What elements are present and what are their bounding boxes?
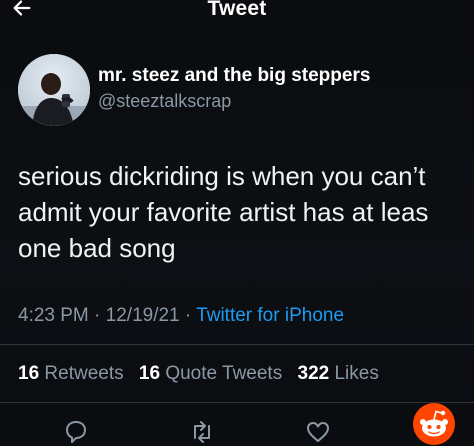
divider bbox=[0, 344, 474, 345]
tweet-detail-page: Tweet mr. steez and the big steppers @st… bbox=[0, 0, 474, 445]
tweet-meta: 4:23 PM · 12/19/21 · Twitter for iPhone bbox=[18, 305, 344, 327]
meta-separator: · bbox=[184, 305, 192, 326]
quote-tweets-label: Quote Tweets bbox=[165, 363, 283, 384]
tweet-time: 4:23 PM bbox=[18, 305, 89, 326]
retweets-count: 16 bbox=[18, 363, 40, 384]
meta-separator: · bbox=[94, 305, 101, 326]
heart-icon bbox=[304, 418, 332, 446]
display-name[interactable]: mr. steez and the big steppers bbox=[98, 65, 370, 87]
quote-tweets-count: 16 bbox=[138, 363, 161, 384]
retweets-label: Retweets bbox=[44, 363, 124, 384]
tweet-source-link[interactable]: Twitter for iPhone bbox=[196, 305, 344, 326]
like-button[interactable] bbox=[304, 418, 332, 442]
avatar[interactable] bbox=[18, 54, 90, 126]
quote-tweets-stat[interactable]: 16 Quote Tweets bbox=[139, 363, 282, 384]
tweet-text: serious dickriding is when you can’t adm… bbox=[18, 158, 474, 266]
tweet-stats: 16 Retweets 16 Quote Tweets 322 Likes bbox=[18, 363, 389, 385]
retweet-button[interactable] bbox=[188, 418, 216, 443]
tweet-actions bbox=[0, 418, 474, 443]
tweet-text-line: one bad song bbox=[18, 233, 176, 263]
tweet-date: 12/19/21 bbox=[105, 305, 180, 326]
top-bar: Tweet bbox=[0, 0, 474, 28]
tweet-author: mr. steez and the big steppers @steeztal… bbox=[18, 54, 474, 130]
page-title: Tweet bbox=[207, 0, 267, 20]
user-handle[interactable]: @steeztalkscrap bbox=[98, 91, 231, 112]
reddit-logo-icon bbox=[412, 402, 456, 446]
divider bbox=[0, 402, 474, 403]
likes-stat[interactable]: 322 Likes bbox=[298, 363, 379, 384]
profile-photo bbox=[18, 54, 90, 126]
retweets-stat[interactable]: 16 Retweets bbox=[18, 363, 124, 384]
retweet-icon bbox=[188, 418, 216, 446]
likes-label: Likes bbox=[334, 363, 379, 384]
likes-count: 322 bbox=[297, 363, 330, 384]
tweet-text-line: admit your favorite artist has at leas bbox=[18, 197, 429, 227]
reply-button[interactable] bbox=[62, 418, 90, 443]
tweet-text-line: serious dickriding is when you can’t bbox=[18, 161, 426, 191]
comment-icon bbox=[62, 418, 90, 446]
